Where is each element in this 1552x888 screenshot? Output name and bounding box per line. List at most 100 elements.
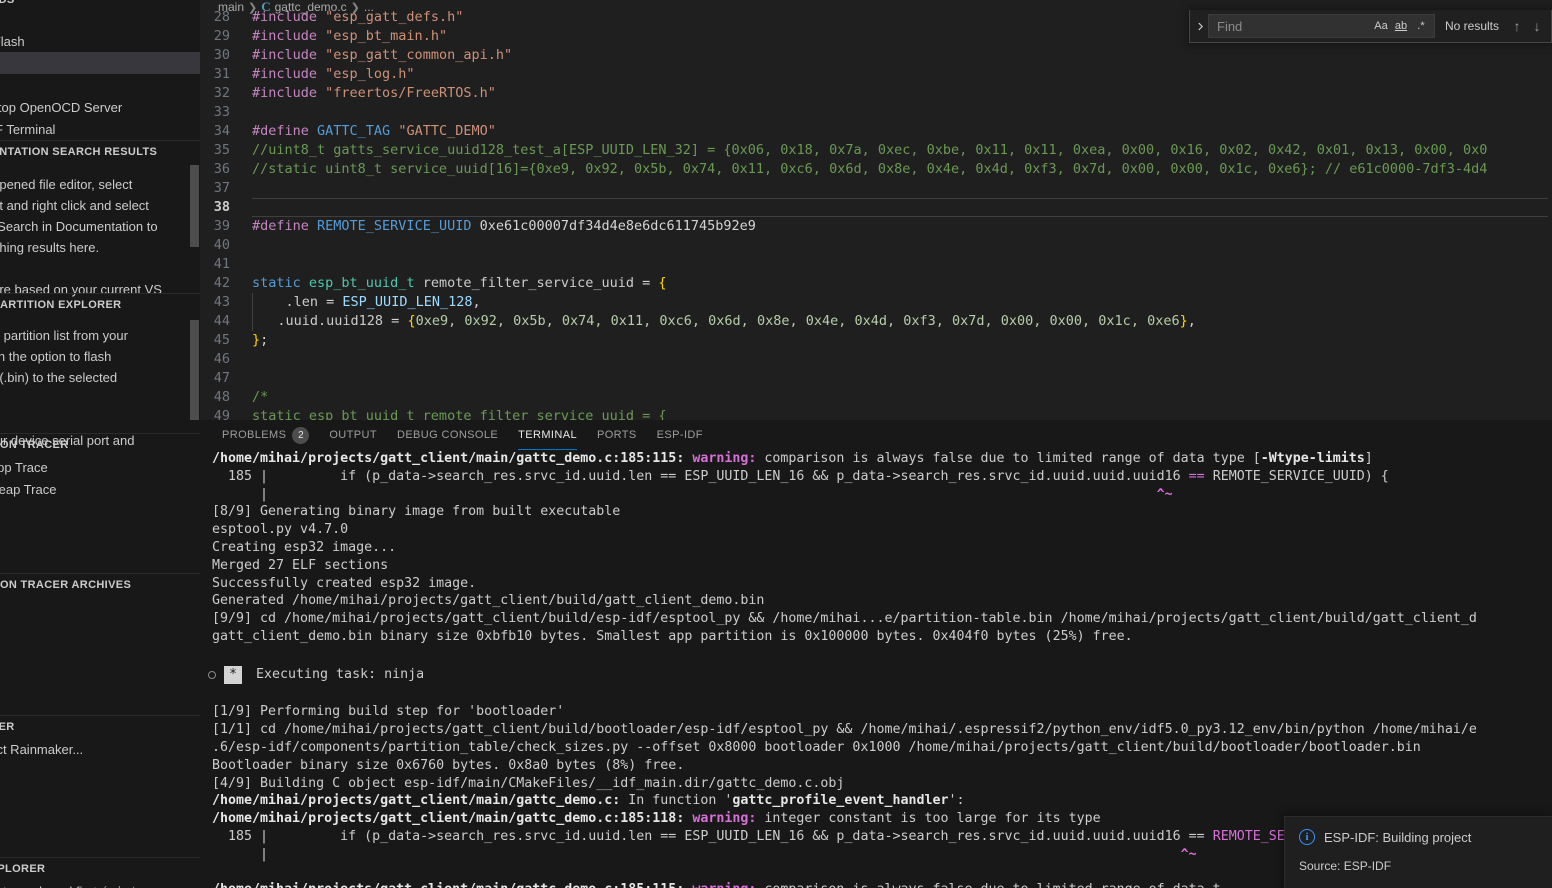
notification-toast[interactable]: i ESP-IDF: Building project Source: ESP-… [1284, 816, 1552, 888]
sidebar-section-app-tracer-header: ATION TRACER [0, 439, 69, 451]
line-number: 45 [213, 332, 230, 348]
sidebar-section-rainmaker-header: AKER [0, 721, 15, 733]
panel-tab-debug-console[interactable]: DEBUG CONSOLE [387, 420, 508, 450]
sidebar: ANDS l e Flash itor ug t/Stop OpenOCD Se… [0, 0, 200, 888]
code-line-44[interactable]: 44 .uuid.uuid128 = {0xe9, 0x92, 0x5b, 0x… [200, 312, 1552, 331]
terminal-line-15: [1/1] cd /home/mihai/projects/gatt_clien… [212, 722, 1477, 738]
code-text [252, 198, 1548, 217]
line-number: 30 [213, 47, 230, 63]
panel-tab-ports[interactable]: PORTS [587, 420, 647, 450]
code-line-37[interactable]: 37 [200, 179, 1552, 198]
line-number: 43 [213, 294, 230, 310]
panel-tab-output[interactable]: OUTPUT [319, 420, 387, 450]
find-input[interactable]: Find Aa ab .* [1208, 14, 1435, 38]
terminal-line-0: /home/mihai/projects/gatt_client/main/ga… [212, 451, 1373, 466]
sidebar-item-openocd-server[interactable]: t/Stop OpenOCD Server [0, 96, 200, 118]
code-text: #include "esp_gatt_common_api.h" [252, 47, 513, 63]
chevron-right-icon-find-toggle[interactable] [1192, 10, 1208, 42]
code-line-38[interactable]: 38 [200, 198, 1552, 217]
panel-tab-label: PROBLEMS [222, 429, 287, 441]
code-line-41[interactable]: 41 [200, 255, 1552, 274]
code-line-47[interactable]: 47 [200, 369, 1552, 388]
doc-search-text-3: atching results here. [0, 240, 100, 255]
find-input-placeholder: Find [1217, 18, 1243, 34]
notification-header: i ESP-IDF: Building project [1299, 829, 1538, 845]
sidebar-item-start-heap-trace[interactable]: t Heap Trace [0, 478, 200, 500]
panel-tab-esp-idf[interactable]: ESP-IDF [647, 420, 713, 450]
sidebar-item-commands-0[interactable]: l [0, 8, 200, 30]
task-status-circle-icon [208, 670, 216, 679]
code-text: //static uint8_t service_uuid[16]={0xe9,… [252, 161, 1488, 177]
sidebar-item-connect-rainmaker[interactable]: nect Rainmaker... [0, 738, 200, 760]
sidebar-item-debug[interactable]: ug [0, 74, 200, 96]
line-number: 33 [213, 104, 230, 120]
find-results-count: No results [1444, 19, 1499, 33]
panel-tab-label: ESP-IDF [656, 429, 703, 441]
partition-text-4 [0, 408, 200, 429]
code-line-43[interactable]: 43 .len = ESP_UUID_LEN_128, [200, 293, 1552, 312]
code-line-39[interactable]: 39 #define REMOTE_SERVICE_UUID 0xe61c0000… [200, 217, 1552, 236]
sidebar-item-start-app-trace[interactable]: t App Trace [0, 456, 200, 478]
code-line-45[interactable]: 45}; [200, 331, 1552, 350]
sidebar-section-partition-header: E PARTITION EXPLORER [0, 299, 122, 311]
find-next-icon[interactable]: ↓ [1527, 16, 1547, 36]
code-editor[interactable]: 28 #include "esp_gatt_defs.h" 29 #include "… [200, 8, 1552, 420]
code-text: #include "esp_bt_main.h" [252, 28, 448, 44]
code-line-40[interactable]: 40 [200, 236, 1552, 255]
line-number: 42 [213, 275, 230, 291]
sidebar-section-archives-header: ATION TRACER ARCHIVES [0, 579, 132, 591]
terminal-line-9: [9/9] cd /home/mihai/projects/gatt_clien… [212, 611, 1477, 627]
sidebar-section-doc-search-header: MENTATION SEARCH RESULTS [0, 146, 158, 158]
code-line-33[interactable]: 33 [200, 103, 1552, 122]
code-line-46[interactable]: 46 [200, 350, 1552, 369]
sidebar-section-commands-header: ANDS [0, 0, 15, 6]
sidebar-item-monitor[interactable]: itor [0, 52, 200, 74]
panel-tab-terminal[interactable]: TERMINAL [508, 420, 587, 450]
code-text: /* [252, 389, 269, 405]
regex-icon[interactable]: .* [1411, 16, 1431, 36]
partition-text-0: the partition list from your [0, 328, 128, 343]
sidebar-section-doc-search: MENTATION SEARCH RESULTS y opened file e… [0, 140, 200, 297]
code-line-36[interactable]: 36 //static uint8_t service_uuid[16]={0xe… [200, 160, 1552, 179]
terminal-line-8: Generated /home/mihai/projects/gatt_clie… [212, 593, 765, 609]
terminal-line-4: esptool.py v4.7.0 [212, 522, 349, 538]
code-line-42[interactable]: 42 static esp_bt_uuid_t remote_filter_ser… [200, 274, 1552, 293]
partition-text-1: with the option to flash [0, 349, 112, 364]
whole-word-icon[interactable]: ab [1391, 16, 1411, 36]
terminal-line-16: .6/esp-idf/components/partition_table/ch… [212, 739, 1421, 755]
code-line-31[interactable]: 31 #include "esp_log.h" [200, 65, 1552, 84]
code-line-35[interactable]: 35 //uint8_t gatts_service_uuid128_test_a… [200, 141, 1552, 160]
terminal-line-18: [4/9] Building C object esp-idf/main/CMa… [212, 775, 845, 791]
line-number: 44 [213, 313, 230, 329]
code-line-49[interactable]: 49 static esp_bt_uuid_t remote_filter_ser… [200, 407, 1552, 420]
sidebar-item-erase-flash[interactable]: e Flash [0, 30, 200, 52]
line-number: 49 [213, 408, 230, 420]
partition-scrollbar[interactable] [190, 320, 199, 420]
code-text: #include "esp_gatt_defs.h" [252, 9, 464, 25]
task-label: Executing task: ninja [256, 667, 425, 683]
panel-tab-problems[interactable]: PROBLEMS 2 [212, 420, 319, 450]
line-number: 38 [213, 199, 230, 215]
code-line-30[interactable]: 30 #include "esp_gatt_common_api.h" [200, 46, 1552, 65]
sidebar-item-connect-board[interactable]: nect your board first (select ser... [0, 880, 200, 888]
line-number: 35 [213, 142, 230, 158]
code-line-34[interactable]: 34 #define GATTC_TAG "GATTC_DEMO" [200, 122, 1552, 141]
sidebar-section-partition-explorer: E PARTITION EXPLORER the partition list … [0, 293, 200, 448]
doc-search-scrollbar[interactable] [190, 165, 199, 247]
code-text: //uint8_t gatts_service_uuid128_test_a[E… [252, 142, 1488, 158]
terminal-line-7: Successfully created esp32 image. [212, 575, 477, 591]
code-line-32[interactable]: 32 #include "freertos/FreeRTOS.h" [200, 84, 1552, 103]
code-line-48[interactable]: 48 /* [200, 388, 1552, 407]
match-case-icon[interactable]: Aa [1371, 16, 1391, 36]
terminal-line-5: Creating esp32 image... [212, 539, 397, 555]
terminal-task-row[interactable]: * Executing task: ninja [200, 664, 1552, 686]
find-previous-icon[interactable]: ↑ [1507, 16, 1527, 36]
code-text: #define GATTC_TAG "GATTC_DEMO" [252, 123, 496, 139]
sidebar-item-idf-terminal[interactable]: IDF Terminal [0, 118, 200, 140]
find-widget: Find Aa ab .* No results ↑ ↓ [1189, 10, 1552, 43]
